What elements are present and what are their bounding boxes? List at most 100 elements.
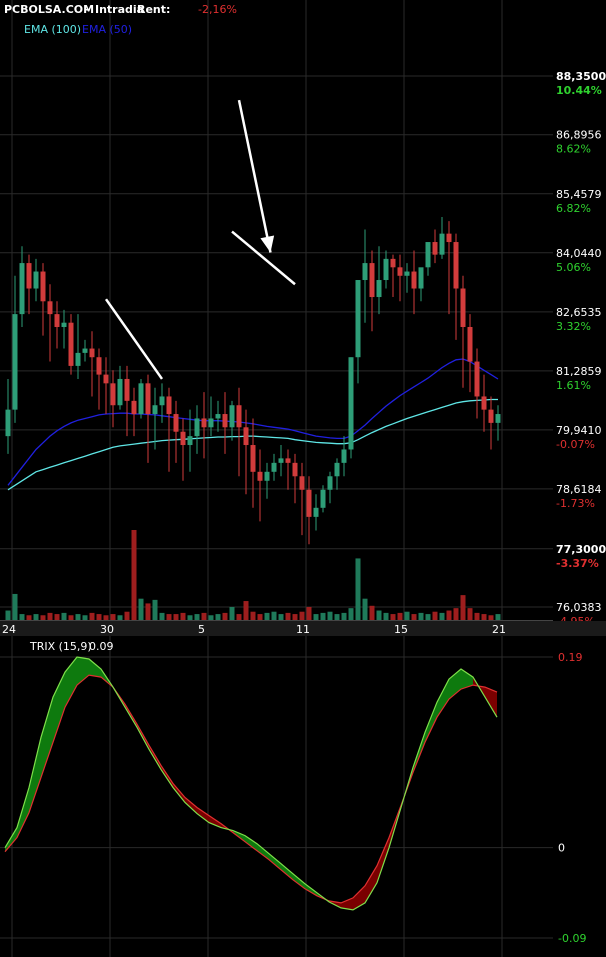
volume-bar xyxy=(390,614,396,620)
candle-body xyxy=(327,476,333,490)
candle-body xyxy=(33,271,39,289)
candle xyxy=(425,242,431,276)
arrow-head xyxy=(260,235,275,253)
candle xyxy=(5,378,11,454)
volume-bar xyxy=(222,612,228,620)
volume-bar xyxy=(145,603,151,620)
volume-bar xyxy=(117,615,123,620)
candle xyxy=(446,221,452,315)
trix-tick-label: 0.19 xyxy=(558,651,583,664)
volume-bar xyxy=(334,614,340,620)
candle-body xyxy=(446,233,452,243)
volume-bar xyxy=(495,614,501,620)
volume-bar xyxy=(5,610,11,620)
pct-tick-label: 1.61% xyxy=(556,379,591,392)
volume-bar xyxy=(285,612,291,620)
candle-body xyxy=(103,374,109,384)
trix-fill-segment xyxy=(29,737,41,813)
pct-tick-label: -3.37% xyxy=(556,557,599,570)
candle-body xyxy=(145,383,151,415)
candle xyxy=(432,229,438,264)
date-tick-label: 24 xyxy=(2,623,16,636)
volume-bar xyxy=(292,614,298,620)
volume-bar xyxy=(89,612,95,620)
candle xyxy=(250,418,256,508)
candle-body xyxy=(26,263,32,289)
volume-bar xyxy=(348,608,354,620)
volume-bar xyxy=(257,614,263,620)
volume-bar xyxy=(61,612,67,620)
volume-bar xyxy=(397,612,403,620)
volume-bar xyxy=(411,614,417,620)
volume-bar xyxy=(96,614,102,620)
volume-bar xyxy=(362,598,368,620)
candle-body xyxy=(460,288,466,327)
candle-body xyxy=(243,427,249,446)
candle-body xyxy=(362,263,368,281)
pct-tick-label: 10.44% xyxy=(556,84,602,97)
volume-bar xyxy=(327,611,333,620)
price-tick-label: 77,3000 xyxy=(556,543,606,556)
candle xyxy=(180,418,186,481)
volume-bar xyxy=(236,614,242,620)
candle-body xyxy=(166,396,172,415)
candle-body xyxy=(376,280,382,298)
volume-bar xyxy=(306,606,312,620)
trix-line xyxy=(4,656,498,911)
candle xyxy=(173,400,179,463)
candle-body xyxy=(271,462,277,472)
candle xyxy=(19,246,25,327)
candle xyxy=(376,246,382,315)
volume-bar xyxy=(19,614,25,620)
candle xyxy=(306,476,312,545)
candle xyxy=(348,357,354,459)
candle xyxy=(285,449,291,490)
candle-body xyxy=(320,489,326,508)
candle-body xyxy=(201,418,207,428)
candle xyxy=(264,462,270,499)
volume-bar xyxy=(33,614,39,620)
candle xyxy=(215,400,221,432)
candle xyxy=(236,387,242,477)
date-tick-label: 11 xyxy=(296,623,310,636)
candle xyxy=(397,254,403,302)
candle-body xyxy=(404,271,410,276)
candle xyxy=(355,280,361,384)
pct-tick-label: 6.82% xyxy=(556,202,591,215)
legend-ema100: EMA (100) xyxy=(24,23,81,36)
candle xyxy=(103,357,109,415)
candle xyxy=(404,263,410,293)
annotation-arrows xyxy=(104,99,296,380)
candle-body xyxy=(180,431,186,446)
trix-fill-segment xyxy=(365,865,377,903)
candle xyxy=(124,365,130,437)
candle xyxy=(159,383,165,423)
candle-body xyxy=(411,271,417,289)
candle-body xyxy=(194,418,200,437)
candle xyxy=(110,370,116,428)
candle xyxy=(222,392,228,454)
candle-body xyxy=(432,242,438,255)
candle-body xyxy=(292,462,298,477)
candle xyxy=(418,267,424,302)
candle xyxy=(145,374,151,463)
candle xyxy=(82,339,88,362)
candle-body xyxy=(47,301,53,315)
candle-body xyxy=(481,396,487,410)
volume-bar xyxy=(432,611,438,620)
candle xyxy=(26,254,32,315)
candle-body xyxy=(348,357,354,450)
candle xyxy=(313,494,319,531)
candle-body xyxy=(264,471,270,481)
volume-bar xyxy=(131,530,137,620)
volume-bar xyxy=(313,614,319,620)
candle-body xyxy=(250,445,256,472)
candle-body xyxy=(334,462,340,477)
volume-bar xyxy=(404,611,410,620)
candle-body xyxy=(96,357,102,375)
candle-body xyxy=(138,383,144,415)
volume-bar xyxy=(208,615,214,620)
price-tick-label: 85,4579 xyxy=(556,188,602,201)
candle-body xyxy=(12,314,18,410)
volume-bar xyxy=(250,611,256,620)
